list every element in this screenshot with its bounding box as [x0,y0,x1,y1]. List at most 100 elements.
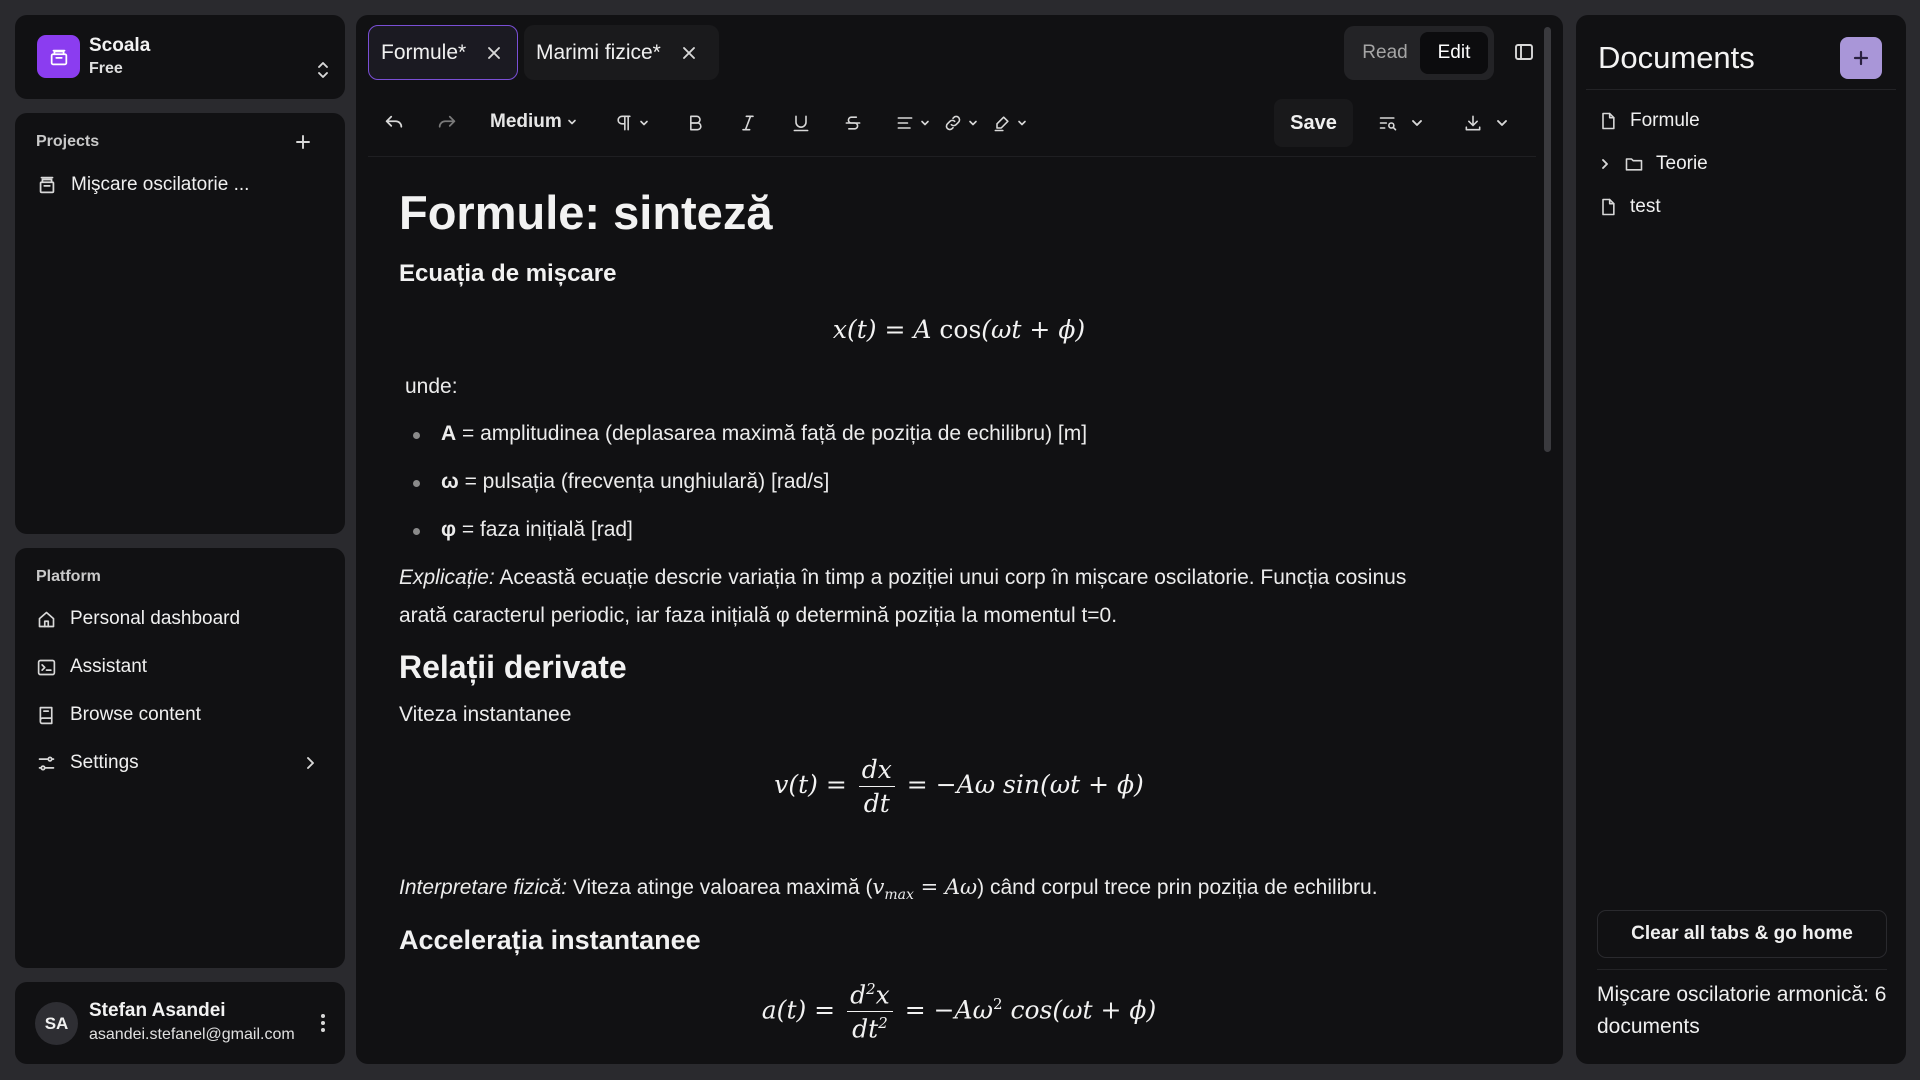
divider [1586,89,1896,90]
list-item: A = amplitudinea (deplasarea maximă față… [441,422,1088,445]
scrollbar[interactable] [1544,27,1551,452]
chevron-down-icon [1017,118,1027,128]
chevrons-up-down-icon[interactable] [315,60,331,80]
project-item[interactable]: Mişcare oscilatorie ... [36,165,331,205]
sidebar-item-label: Settings [70,752,139,773]
tab-label: Marimi fizice* [536,40,661,64]
file-icon [1598,111,1630,131]
chevron-down-icon [968,118,978,128]
highlight-select[interactable] [992,113,1027,133]
velocity-label: Viteza instantanee [399,703,572,726]
sidebar-item-settings[interactable]: Settings [36,743,331,783]
section-heading: Relații derivate [399,649,627,685]
tree-item-teorie[interactable]: Teorie [1598,145,1708,183]
chevron-down-icon [639,118,649,128]
paragraph-select[interactable] [614,113,649,133]
sidebar-item-assistant[interactable]: Assistant [36,647,331,687]
read-mode-button[interactable]: Read [1350,32,1420,74]
sidebar-item-label: Personal dashboard [70,608,241,629]
tree-item-label: Formule [1630,110,1700,131]
where-label: unde: [405,375,458,398]
mode-toggle: Read Edit [1344,26,1494,80]
redo-icon[interactable] [436,113,458,135]
tree-item-label: test [1630,196,1661,217]
add-project-icon[interactable] [294,133,312,151]
tab-formule[interactable]: Formule* [368,25,518,80]
avatar: SA [35,1002,78,1045]
home-icon [36,609,70,630]
file-icon [1598,197,1630,217]
section-heading: Accelerația instantanee [399,925,701,955]
font-weight-value: Medium [490,111,562,132]
sidebar-item-label: Assistant [70,656,148,677]
highlighter-icon [992,113,1012,133]
pilcrow-icon [614,113,634,133]
equation-acceleration: a(t) = d2x dt2 = −Aω2 cos(ωt + ϕ) [761,980,1157,1044]
bold-icon[interactable] [685,113,705,133]
list-item: ω = pulsația (frecvența unghiulară) [rad… [441,470,830,493]
editor-panel: Formule* Marimi fizice* Read Edit Medium [356,15,1563,1064]
sidebar-item-personal-dashboard[interactable]: Personal dashboard [36,599,331,639]
projects-title: Projects [36,133,100,150]
tab-label: Formule* [381,40,467,64]
align-left-icon [895,113,915,133]
formatting-toolbar: Medium [368,95,1536,157]
add-document-button[interactable] [1840,37,1882,79]
download-select[interactable] [1463,113,1509,133]
save-button[interactable]: Save [1274,99,1353,147]
chevron-down-icon [1410,116,1424,130]
search-replace-icon [1378,113,1398,133]
workspace-switcher[interactable]: Scoala Free [15,15,345,99]
project-summary: Mişcare oscilatorie armonică: 6 document… [1597,983,1887,1038]
strikethrough-icon[interactable] [843,113,863,133]
equation-velocity: v(t) = dx dt = −Aω sin(ωt + ϕ) [774,755,1144,818]
tree-item-test[interactable]: test [1598,188,1661,226]
link-icon [943,113,963,133]
settings-icon [36,753,70,774]
platform-title: Platform [36,568,101,585]
tab-marimi-fizice[interactable]: Marimi fizice* [524,25,719,80]
workspace-plan: Free [89,60,123,77]
terminal-icon [36,657,70,678]
chevron-down-icon [567,117,577,127]
project-item-label: Mişcare oscilatorie ... [71,174,250,195]
font-weight-select[interactable]: Medium [490,111,577,133]
archive-icon [36,174,71,196]
undo-icon[interactable] [383,113,405,135]
user-card[interactable]: SA Stefan Asandei asandei.stefanel@gmail… [15,982,345,1064]
clear-tabs-button[interactable]: Clear all tabs & go home [1597,910,1887,958]
align-select[interactable] [895,113,930,133]
close-icon[interactable] [486,45,502,61]
documents-title: Documents [1598,40,1755,75]
book-icon [36,705,70,726]
bullet-dot [413,432,420,439]
edit-mode-button[interactable]: Edit [1420,32,1488,74]
user-name: Stefan Asandei [89,1000,226,1021]
workspace-name: Scoala [89,35,151,56]
divider [1597,969,1887,970]
close-icon[interactable] [681,45,697,61]
link-select[interactable] [943,113,978,133]
platform-section: Platform Personal dashboard Assistant Br… [15,548,345,968]
bullet-dot [413,528,420,535]
chevron-right-icon[interactable] [1598,157,1612,171]
tree-item-label: Teorie [1656,153,1708,174]
chevron-down-icon [920,118,930,128]
sidebar-item-label: Browse content [70,704,201,725]
underline-icon[interactable] [791,113,811,133]
chevron-down-icon [1495,116,1509,130]
equation-position: x(t) = A cos(ωt + ϕ) [832,315,1086,344]
panel-toggle-icon[interactable] [1514,42,1534,62]
bullet-dot [413,480,420,487]
chevron-right-icon [302,755,331,771]
interpretation-paragraph: Interpretare fizică: Viteza atinge valoa… [399,875,1378,904]
workspace-logo-icon [37,35,80,78]
more-vertical-icon[interactable] [320,1013,326,1033]
search-replace-select[interactable] [1378,113,1424,133]
italic-icon[interactable] [738,113,758,133]
sidebar-item-browse-content[interactable]: Browse content [36,695,331,735]
explanation-paragraph-cont: arată caracterul periodic, iar faza iniț… [399,604,1118,627]
document-title: Formule: sinteză [399,186,773,239]
plus-icon [1853,50,1869,66]
tree-item-formule[interactable]: Formule [1598,102,1700,140]
